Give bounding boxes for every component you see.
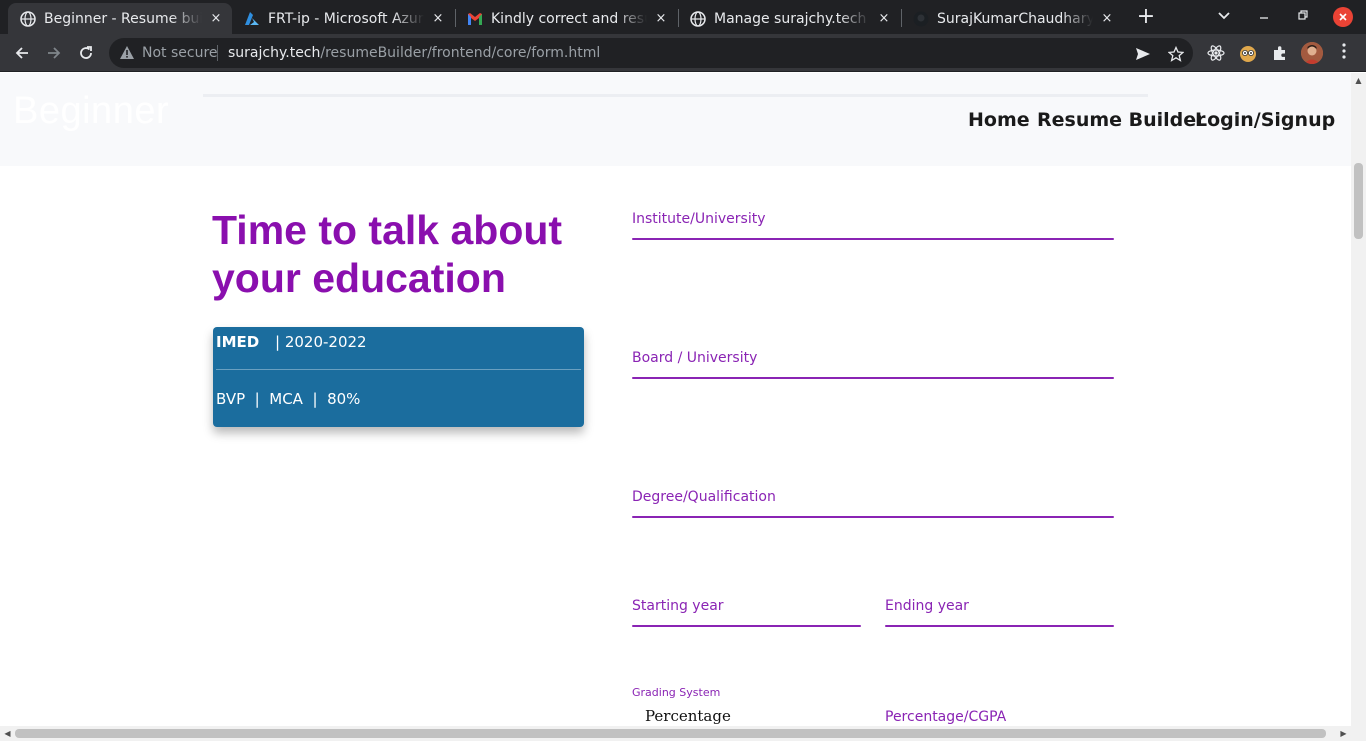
scroll-right-icon[interactable]: ▶ <box>1336 726 1351 741</box>
browser-menu-icon[interactable] <box>1336 42 1352 64</box>
tab-title: FRT-ip - Microsoft Azure <box>268 10 424 27</box>
field-underline <box>632 377 1114 379</box>
card-divider <box>216 369 581 370</box>
board-label: Board / University <box>632 350 758 366</box>
restore-icon[interactable] <box>1293 4 1313 30</box>
field-underline <box>632 625 861 627</box>
warning-icon[interactable] <box>119 45 135 65</box>
tab-manage-surajchy[interactable]: Manage surajchy.tech × <box>678 3 900 34</box>
bookmark-star-icon[interactable] <box>1167 45 1185 63</box>
globe-icon <box>690 10 706 27</box>
profile-avatar[interactable] <box>1301 42 1323 64</box>
tab-azure[interactable]: FRT-ip - Microsoft Azure × <box>232 3 454 34</box>
end-year-field[interactable]: Ending year <box>885 598 1114 628</box>
horizontal-scrollbar[interactable]: ◀ ▶ <box>0 726 1366 741</box>
close-tab-icon[interactable]: × <box>1099 11 1115 26</box>
card-institute: IMED <box>216 333 260 351</box>
extension-face-icon[interactable] <box>1237 42 1259 64</box>
page-title: Time to talk about your education <box>212 207 563 301</box>
nav-login-signup[interactable]: Login/Signup <box>1195 109 1335 131</box>
react-devtools-icon[interactable] <box>1205 42 1227 64</box>
globe-icon <box>20 10 36 27</box>
close-tab-icon[interactable]: × <box>653 11 669 26</box>
institute-label: Institute/University <box>632 211 766 227</box>
card-years: | 2020-2022 <box>275 333 367 351</box>
window-close-icon[interactable] <box>1333 7 1353 27</box>
gmail-icon <box>467 11 483 27</box>
horizontal-scroll-thumb[interactable] <box>15 729 1326 738</box>
tab-search-icon[interactable] <box>1214 4 1234 30</box>
degree-field[interactable]: Degree/Qualification <box>632 489 1114 519</box>
field-underline <box>632 516 1114 518</box>
tab-title: Beginner - Resume builder <box>44 10 202 27</box>
close-tab-icon[interactable]: × <box>430 11 446 26</box>
nav-home[interactable]: Home <box>968 109 1030 131</box>
vertical-scroll-thumb[interactable] <box>1354 163 1363 239</box>
tab-resume-builder[interactable]: Beginner - Resume builder × <box>8 3 232 34</box>
address-bar[interactable]: Not secure surajchy.tech/resumeBuilder/f… <box>109 38 1193 68</box>
minimize-icon[interactable] <box>1254 4 1274 30</box>
address-divider <box>217 45 218 61</box>
card-details: BVP | MCA | 80% <box>216 390 361 408</box>
grading-system-select[interactable]: Percentage <box>645 707 731 725</box>
close-tab-icon[interactable]: × <box>876 11 892 26</box>
board-field[interactable]: Board / University <box>632 350 1114 380</box>
nav-resume-builder[interactable]: Resume Builder <box>1037 109 1206 131</box>
page-viewport: Beginner Home Resume Builder Login/Signu… <box>0 73 1351 726</box>
field-underline <box>885 625 1114 627</box>
browser-toolbar: Not secure surajchy.tech/resumeBuilder/f… <box>0 34 1366 72</box>
github-icon <box>913 11 929 27</box>
header-divider <box>203 94 1148 97</box>
reload-icon[interactable] <box>74 41 98 65</box>
forward-icon[interactable] <box>42 41 66 65</box>
send-icon[interactable] <box>1134 45 1152 63</box>
grading-system-label: Grading System <box>632 686 721 699</box>
site-header: Beginner Home Resume Builder Login/Signu… <box>0 73 1351 166</box>
vertical-scrollbar[interactable]: ▲ <box>1351 73 1366 726</box>
tab-title: Manage surajchy.tech <box>714 10 867 27</box>
scroll-left-icon[interactable]: ◀ <box>0 726 15 741</box>
tab-gmail[interactable]: Kindly correct and resubmit × <box>455 3 677 34</box>
tab-title: SurajKumarChaudhary/Resume <box>937 10 1093 27</box>
new-tab-button[interactable]: + <box>1134 4 1158 30</box>
site-logo[interactable]: Beginner <box>13 90 169 133</box>
start-year-label: Starting year <box>632 598 724 614</box>
browser-tab-strip: Beginner - Resume builder × FRT-ip - Mic… <box>0 0 1366 34</box>
close-tab-icon[interactable]: × <box>208 11 224 26</box>
url-host: surajchy.tech <box>228 45 321 61</box>
azure-icon <box>244 11 260 27</box>
url-path: /resumeBuilder/frontend/core/form.html <box>320 45 601 61</box>
field-underline <box>632 238 1114 240</box>
extensions-puzzle-icon[interactable] <box>1269 42 1291 64</box>
tab-github[interactable]: SurajKumarChaudhary/Resume × <box>901 3 1123 34</box>
tab-title: Kindly correct and resubmit <box>491 10 647 27</box>
institute-field[interactable]: Institute/University <box>632 211 1114 241</box>
security-status[interactable]: Not secure <box>142 45 218 61</box>
back-icon[interactable] <box>10 41 34 65</box>
start-year-field[interactable]: Starting year <box>632 598 861 628</box>
score-label: Percentage/CGPA <box>885 709 1007 725</box>
education-card[interactable]: IMED | 2020-2022 BVP | MCA | 80% <box>213 327 584 427</box>
scroll-up-icon[interactable]: ▲ <box>1351 73 1366 88</box>
url-text[interactable]: surajchy.tech/resumeBuilder/frontend/cor… <box>228 45 600 61</box>
score-field[interactable]: Percentage/CGPA <box>885 709 1114 726</box>
end-year-label: Ending year <box>885 598 969 614</box>
degree-label: Degree/Qualification <box>632 489 776 505</box>
